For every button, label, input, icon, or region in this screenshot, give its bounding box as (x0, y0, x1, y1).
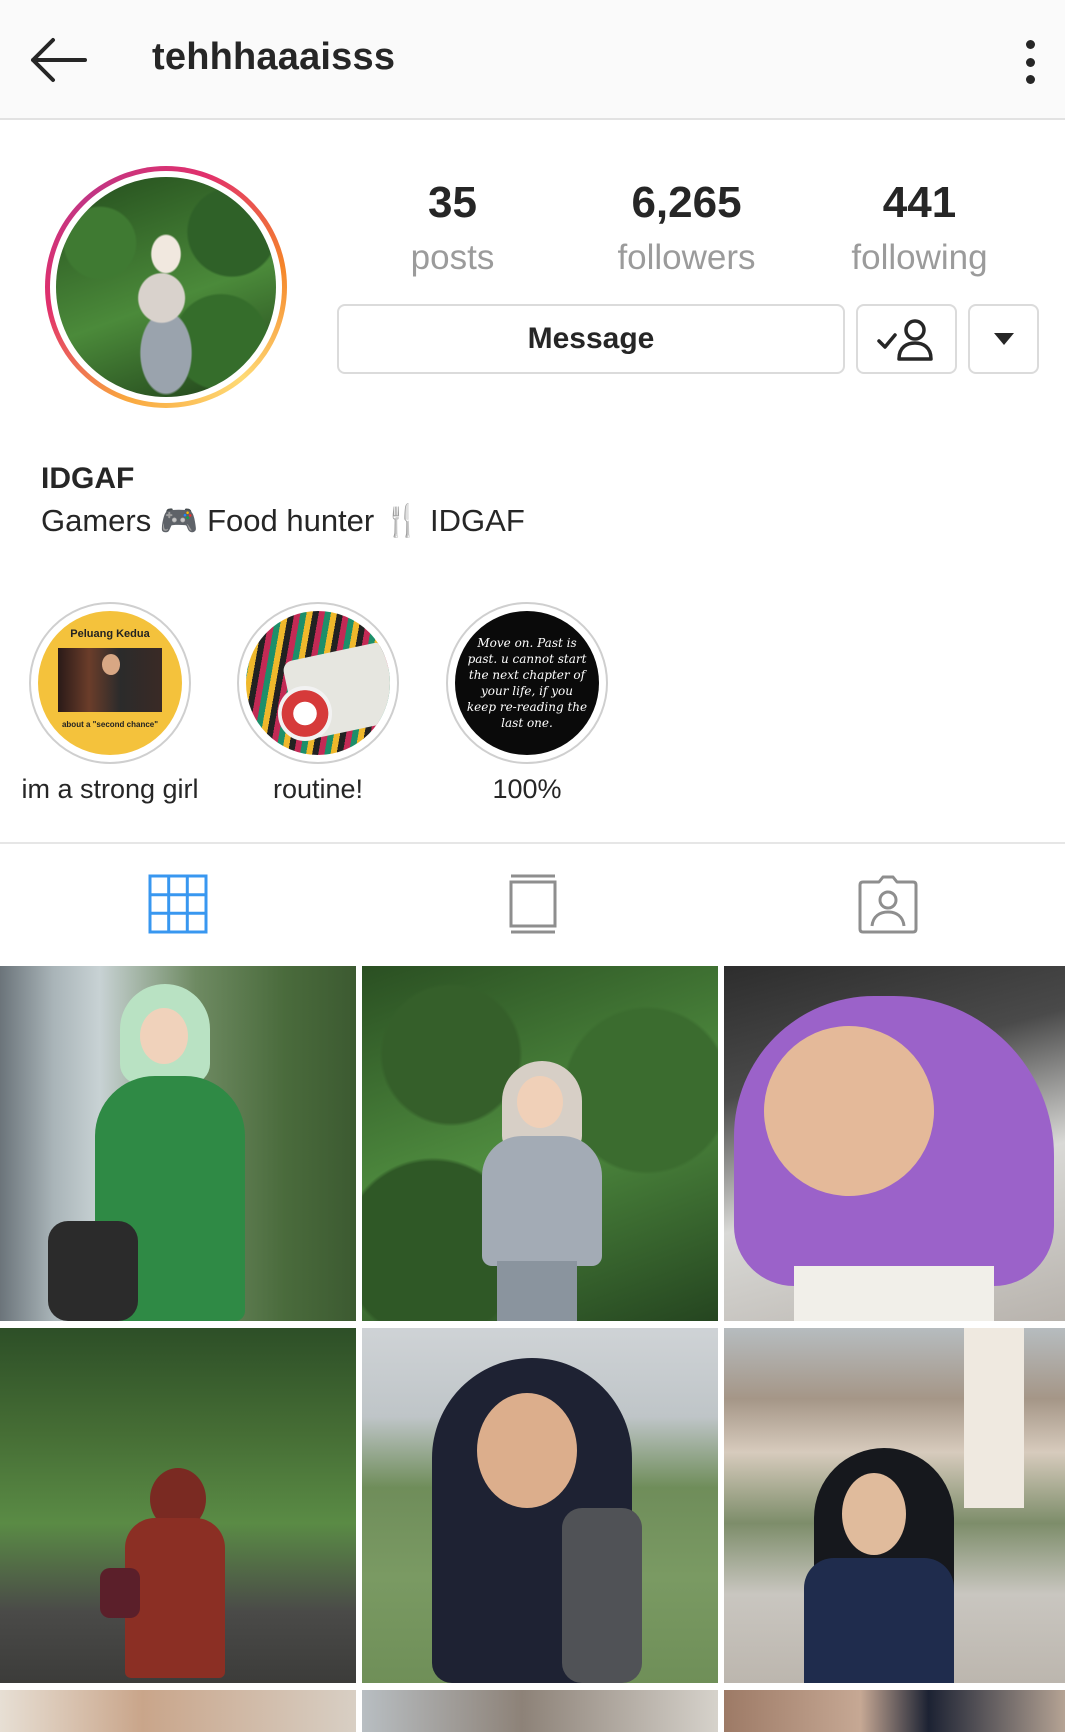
post-thumbnail[interactable] (724, 966, 1065, 1321)
profile-avatar[interactable] (45, 166, 287, 408)
highlight-cover-caption: about a "second chance" (61, 720, 159, 730)
post-thumbnail[interactable] (362, 1690, 718, 1732)
story-highlight[interactable]: Move on. Past is past. u cannot start th… (422, 602, 632, 805)
person-check-icon (876, 319, 933, 361)
more-options-button[interactable] (1015, 34, 1045, 90)
highlight-label: im a strong girl (21, 774, 199, 804)
profile-tabs (0, 842, 1065, 964)
back-button[interactable] (22, 28, 94, 92)
stat-following[interactable]: 441 following (803, 178, 1036, 278)
feed-icon (509, 874, 556, 934)
tab-tagged[interactable] (710, 844, 1065, 964)
highlight-cover: Peluang Kedua about a "second chance" (38, 611, 182, 755)
highlight-cover (246, 611, 390, 755)
posts-count: 35 (428, 178, 477, 227)
story-highlight[interactable]: routine! (213, 602, 423, 805)
story-highlight[interactable]: Peluang Kedua about a "second chance" im… (5, 602, 215, 805)
post-thumbnail[interactable] (724, 1690, 1065, 1732)
message-button[interactable]: Message (337, 304, 845, 374)
followers-count: 6,265 (631, 178, 742, 227)
more-vertical-icon (1025, 40, 1035, 49)
post-thumbnail[interactable] (724, 1328, 1065, 1683)
profile-bio: Gamers 🎮 Food hunter 🍴 IDGAF (41, 503, 525, 538)
post-thumbnail[interactable] (0, 966, 356, 1321)
top-bar: tehhhaaaisss (0, 0, 1065, 120)
tagged-person-icon (858, 875, 917, 934)
posts-label: posts (410, 238, 495, 277)
followers-label: followers (617, 238, 756, 277)
highlight-cover: Move on. Past is past. u cannot start th… (455, 611, 599, 755)
highlight-label: routine! (272, 774, 364, 804)
following-count: 441 (882, 178, 957, 227)
post-thumbnail[interactable] (0, 1328, 356, 1683)
following-label: following (851, 238, 988, 277)
post-thumbnail[interactable] (362, 966, 718, 1321)
tab-feed[interactable] (355, 844, 710, 964)
profile-display-name: IDGAF (41, 462, 135, 495)
stat-followers[interactable]: 6,265 followers (570, 178, 803, 278)
arrow-left-icon (31, 38, 87, 82)
profile-stats: 35 posts 6,265 followers 441 following (370, 178, 1050, 278)
tab-grid[interactable] (0, 844, 355, 964)
avatar-image (56, 177, 276, 397)
post-thumbnail[interactable] (0, 1690, 356, 1732)
highlight-label: 100% (492, 774, 562, 804)
caret-down-icon (993, 333, 1014, 345)
stat-posts[interactable]: 35 posts (370, 178, 535, 278)
grid-icon (148, 874, 207, 934)
highlight-cover-title: Peluang Kedua (70, 628, 150, 641)
post-thumbnail[interactable] (362, 1328, 718, 1683)
suggested-dropdown-button[interactable] (968, 304, 1039, 374)
following-button[interactable] (856, 304, 957, 374)
profile-username: tehhhaaaisss (152, 36, 396, 78)
